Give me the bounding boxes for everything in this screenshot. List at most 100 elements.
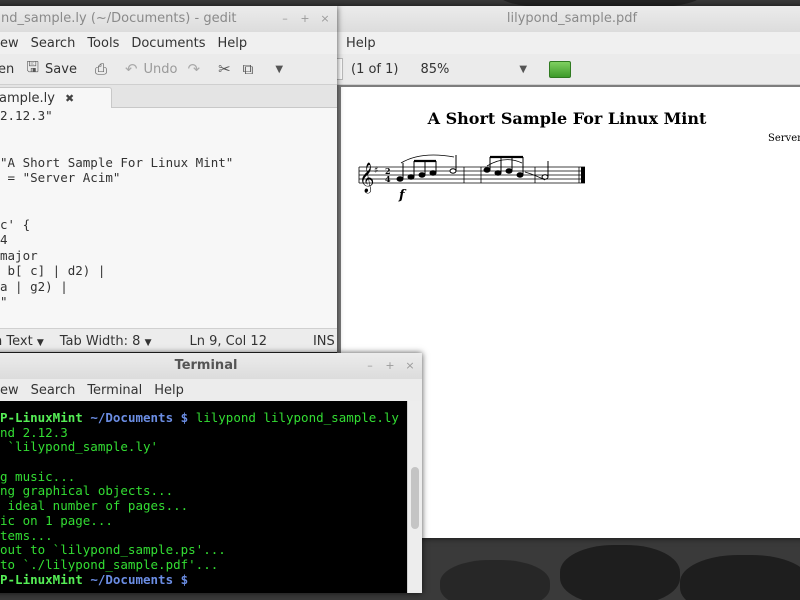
pdf-viewer-toolbar: (1 of 1) 85% ▼ (337, 54, 800, 85)
save-button-label: Save (45, 61, 77, 77)
menu-view[interactable]: ew (0, 36, 25, 51)
prompt-directory: ~/Documents $ (90, 410, 189, 425)
command-text: lilypond lilypond_sample.ly (195, 410, 399, 425)
menu-help[interactable]: Help (211, 36, 253, 51)
tab-label: ample.ly (0, 90, 55, 106)
terminal-scrollbar[interactable] (407, 401, 422, 593)
menu-help[interactable]: Help (148, 383, 190, 398)
undo-button[interactable]: ↶ Undo (125, 60, 178, 78)
desktop-rock (560, 545, 680, 600)
zoom-level[interactable]: 85% (420, 62, 449, 77)
terminal-line: to `./lilypond_sample.pdf'... (0, 556, 219, 572)
terminal-output[interactable]: P-LinuxMint ~/Documents $ lilypond lilyp… (0, 401, 408, 593)
window-title: nd_sample.ly (~/Documents) - gedit (1, 11, 237, 26)
toolbar-overflow-button[interactable]: ▼ (275, 64, 283, 75)
scrollbar-thumb[interactable] (411, 467, 419, 529)
menu-search[interactable]: Search (25, 36, 82, 51)
chevron-down-icon: ▼ (144, 337, 152, 348)
terminal-line: out to `lilypond_sample.ps'... (0, 542, 226, 558)
copy-icon: ⧉ (242, 60, 254, 78)
score-title: A Short Sample For Linux Mint (427, 109, 707, 128)
text-editor[interactable]: 2.12.3" "A Short Sample For Linux Mint" … (0, 108, 337, 328)
terminal-line: nd 2.12.3 (0, 424, 68, 440)
terminal-titlebar[interactable]: Terminal – + × (0, 353, 422, 380)
maximize-icon[interactable]: + (299, 6, 311, 32)
prompt-directory: ~/Documents $ (90, 571, 189, 587)
menu-view[interactable]: ew (0, 383, 25, 398)
undo-button-label: Undo (143, 61, 178, 77)
document-tabbar: ample.ly ✖ (0, 85, 337, 108)
maximize-icon[interactable]: + (384, 353, 396, 379)
minimize-icon[interactable]: – (279, 6, 291, 32)
cursor-position: Ln 9, Col 12 (189, 333, 267, 349)
gedit-window: nd_sample.ly (~/Documents) - gedit – + ×… (0, 6, 337, 352)
terminal-line: ic on 1 page... (0, 512, 113, 528)
score-composer: Server A (768, 133, 800, 144)
window-controls: – + × (364, 353, 416, 379)
page-number-field[interactable] (337, 58, 343, 80)
folder-icon[interactable] (549, 60, 572, 78)
page-indicator: (1 of 1) (351, 61, 399, 77)
tab-width-selector[interactable]: Tab Width: 8 ▼ (60, 334, 152, 349)
editor-line: b[ c] | d2) | (0, 263, 106, 278)
gedit-titlebar[interactable]: nd_sample.ly (~/Documents) - gedit – + × (0, 6, 337, 33)
terminal-line: g music... (0, 468, 76, 484)
open-button[interactable]: en (0, 62, 14, 77)
save-icon: 🖫 (26, 57, 40, 76)
editor-line: c' { (0, 216, 31, 232)
music-staff: 𝄞 ♯ 2 4 f (358, 154, 585, 203)
document-tab[interactable]: ample.ly ✖ (0, 87, 112, 108)
terminal-line: ng graphical objects... (0, 483, 174, 499)
chevron-down-icon: ▼ (36, 337, 44, 348)
tab-close-icon[interactable]: ✖ (65, 92, 74, 105)
undo-icon: ↶ (124, 60, 138, 78)
terminal-menubar: ew Search Terminal Help (0, 379, 422, 401)
close-icon[interactable]: × (404, 353, 416, 379)
editor-line: " (0, 294, 8, 309)
terminal-line: P-LinuxMint ~/Documents $ (0, 571, 408, 588)
close-icon[interactable]: × (319, 6, 331, 32)
editor-line: 2.12.3" (0, 108, 53, 123)
copy-button[interactable]: ⧉ (243, 60, 254, 78)
gedit-toolbar: en 🖫 Save ⎙ ↶ Undo ↷ ✂ ⧉ ▼ (0, 54, 337, 85)
redo-icon: ↷ (187, 60, 201, 78)
print-button[interactable]: ⎙ (95, 60, 107, 78)
desktop-rock (440, 560, 550, 600)
scissors-icon: ✂ (218, 60, 231, 78)
redo-button[interactable]: ↷ (188, 60, 201, 78)
cut-button[interactable]: ✂ (218, 60, 231, 78)
gedit-statusbar: n Text ▼ Tab Width: 8 ▼ Ln 9, Col 12 INS (0, 328, 337, 352)
editor-line: major (0, 247, 38, 263)
gedit-menubar: ew Search Tools Documents Help (0, 32, 337, 54)
language-selector[interactable]: n Text ▼ (0, 334, 44, 349)
menu-terminal[interactable]: Terminal (81, 383, 148, 398)
terminal-line: ideal number of pages... (0, 498, 189, 514)
menu-documents[interactable]: Documents (125, 36, 211, 51)
window-title: lilypond_sample.pdf (506, 11, 638, 26)
pdf-viewer-titlebar[interactable]: lilypond_sample.pdf (337, 6, 800, 33)
save-button[interactable]: 🖫 Save (26, 57, 77, 82)
svg-text:4: 4 (385, 174, 391, 184)
treble-clef-icon: 𝄞 (359, 162, 374, 194)
menu-help[interactable]: Help (337, 36, 382, 51)
menu-tools[interactable]: Tools (81, 36, 125, 51)
insert-mode: INS (312, 333, 335, 349)
terminal-window: Terminal – + × ew Search Terminal Help P… (0, 353, 422, 593)
printer-icon: ⎙ (94, 60, 107, 78)
minimize-icon[interactable]: – (364, 353, 376, 379)
tab-width-label: Tab Width: 8 (59, 333, 141, 349)
editor-line: 4 (0, 232, 8, 247)
language-label: n Text (0, 333, 33, 349)
desktop-rock (680, 555, 800, 600)
prompt-user: P-LinuxMint (0, 571, 83, 587)
window-controls: – + × (279, 6, 331, 32)
editor-line: "A Short Sample For Linux Mint" (0, 154, 234, 170)
editor-line: = "Server Acim" (0, 170, 121, 185)
menu-search[interactable]: Search (25, 383, 82, 398)
zoom-dropdown-icon[interactable]: ▼ (519, 64, 527, 75)
window-title: Terminal (174, 358, 238, 373)
